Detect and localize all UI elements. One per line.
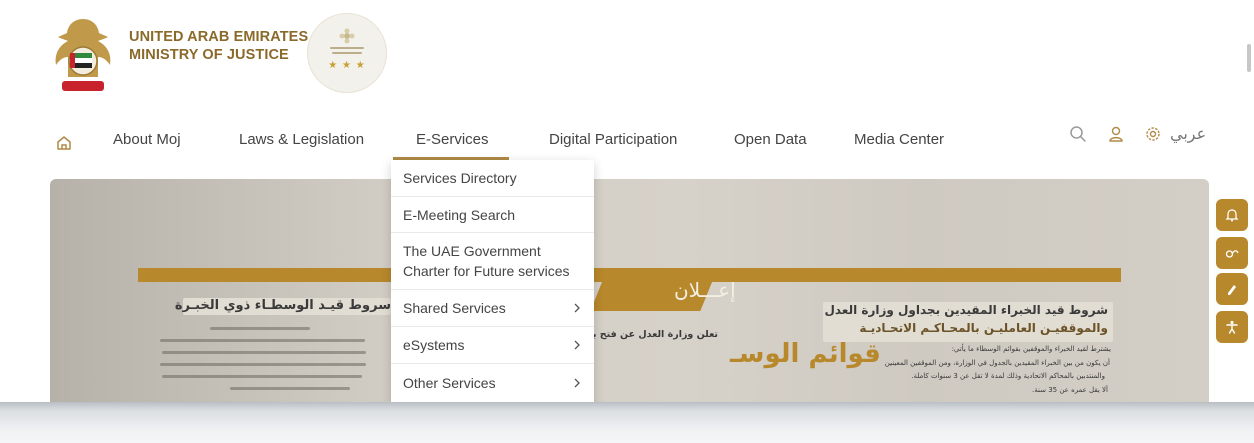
nav-item-about-moj[interactable]: About Moj — [113, 131, 181, 149]
side-button-accessibility[interactable] — [1216, 311, 1248, 343]
accessibility-icon — [1226, 320, 1238, 334]
side-button-feedback[interactable] — [1216, 237, 1248, 269]
right-line-4: ألا يقل عمره عن 35 سنة. — [1032, 386, 1108, 394]
home-icon[interactable] — [56, 135, 72, 151]
right-heading-1: شروط قيد الخبراء المقيدين بجداول وزارة ا… — [824, 303, 1108, 317]
nav-item-laws-legislation[interactable]: Laws & Legislation — [239, 131, 364, 149]
dropdown-item-government-charter[interactable]: The UAE Government Charter for Future se… — [391, 233, 594, 290]
scrollbar[interactable] — [1247, 44, 1251, 72]
hero-announcement-banner[interactable]: إعـــلان سروط قيـد الوسطـاء ذوي الخبـرة … — [50, 179, 1209, 429]
search-icon[interactable] — [1069, 125, 1087, 143]
dropdown-item-esystems[interactable]: eSystems — [391, 327, 594, 364]
nav-item-open-data[interactable]: Open Data — [734, 131, 807, 149]
bell-icon — [1225, 209, 1239, 222]
right-line-1: يشترط لقيد الخبراء والموقفين بقوائم الوس… — [951, 345, 1111, 353]
dropdown-item-other-services[interactable]: Other Services — [391, 364, 594, 401]
ministry-name: MINISTRY OF JUSTICE — [129, 47, 289, 63]
nav-item-media-center[interactable]: Media Center — [854, 131, 944, 149]
language-toggle[interactable]: عربي — [1170, 124, 1206, 144]
user-icon[interactable] — [1107, 125, 1125, 143]
dropdown-item-label: eSystems — [403, 337, 465, 353]
right-line-3: والمنتدبين بالمحاكم الاتحادية وذلك لمدة … — [911, 372, 1105, 380]
right-line-2: أن يكون من بين الخبراء المقيدين بالجدول … — [884, 359, 1110, 367]
e-services-dropdown-menu: Services Directory E-Meeting Search The … — [391, 160, 594, 430]
country-name: UNITED ARAB EMIRATES — [129, 29, 309, 45]
settings-icon[interactable] — [1144, 125, 1162, 143]
chevron-right-icon — [574, 378, 580, 387]
stars-icon: ★ ★ ★ — [328, 60, 366, 71]
ministry-title: UNITED ARAB EMIRATES MINISTRY OF JUSTICE — [129, 28, 308, 64]
edit-icon — [1228, 285, 1236, 295]
side-button-notifications[interactable] — [1216, 199, 1248, 231]
future-charter-badge-logo: ★ ★ ★ — [307, 13, 387, 93]
nav-item-digital-participation[interactable]: Digital Participation — [549, 131, 677, 149]
side-button-edit[interactable] — [1216, 273, 1248, 305]
nav-item-e-services[interactable]: E-Services — [416, 131, 489, 149]
chevron-right-icon — [574, 303, 580, 313]
feedback-icon — [1225, 250, 1239, 258]
uae-emblem-logo[interactable] — [50, 13, 116, 95]
dropdown-item-label: Other Services — [403, 374, 496, 391]
dropdown-item-label: E-Meeting Search — [403, 206, 516, 223]
flower-icon — [339, 28, 355, 44]
dropdown-item-label: Shared Services — [403, 300, 506, 316]
right-heading-2: والموقفيـن العامليـن بالمحـاكـم الاتحـاد… — [859, 321, 1108, 335]
announcement-ribbon-text: إعـــلان — [674, 278, 736, 302]
left-heading: سروط قيـد الوسطـاء ذوي الخبـرة — [174, 298, 391, 313]
chevron-right-icon — [574, 340, 580, 350]
dropdown-item-e-meeting-search[interactable]: E-Meeting Search — [391, 197, 594, 233]
site-header: UNITED ARAB EMIRATES MINISTRY OF JUSTICE… — [0, 0, 1254, 130]
dropdown-item-shared-services[interactable]: Shared Services — [391, 290, 594, 327]
dropdown-item-label: Services Directory — [403, 170, 517, 186]
dropdown-item-services-directory[interactable]: Services Directory — [391, 160, 594, 197]
window-frame-bottom — [0, 402, 1254, 443]
dropdown-item-label: The UAE Government Charter for Future se… — [403, 243, 570, 279]
